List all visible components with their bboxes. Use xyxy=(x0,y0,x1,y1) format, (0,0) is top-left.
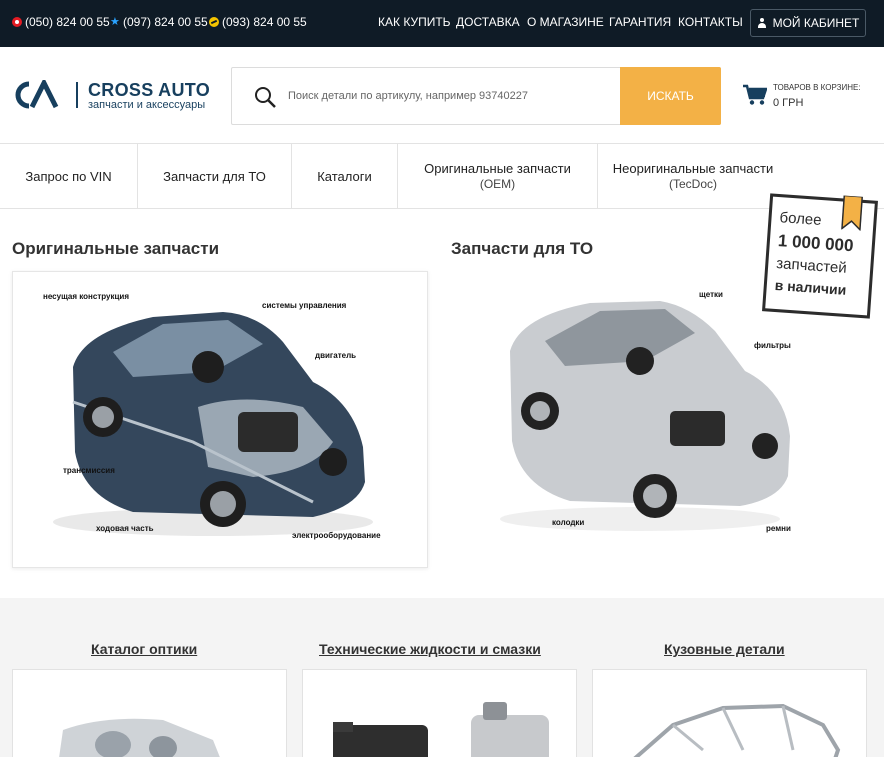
headlight-image xyxy=(59,718,220,757)
car-cutaway-dark-image xyxy=(53,312,373,536)
callout-label: ремни xyxy=(766,524,791,533)
nav-contacts[interactable]: КОНТАКТЫ xyxy=(678,15,743,29)
maintenance-parts-card[interactable]: щетки фильтры колодки ремни xyxy=(440,271,791,568)
body-parts-card[interactable] xyxy=(592,669,867,757)
cart-icon[interactable] xyxy=(743,84,767,106)
callout-label: щетки xyxy=(699,290,723,299)
section-title-maintenance[interactable]: Запчасти для ТО xyxy=(451,239,593,259)
link-optics-catalog[interactable]: Каталог оптики xyxy=(91,641,197,657)
search-button[interactable]: ИСКАТЬ xyxy=(620,67,721,125)
phone-number: (050) 824 00 55 xyxy=(25,15,110,29)
fluids-card[interactable] xyxy=(302,669,577,757)
callout-label: двигатель xyxy=(315,351,357,360)
optics-card[interactable] xyxy=(12,669,287,757)
car-cutaway-silver-image xyxy=(500,301,790,531)
vodafone-icon xyxy=(12,17,22,27)
section-title-original[interactable]: Оригинальные запчасти xyxy=(12,239,219,259)
original-parts-card[interactable]: несущая конструкция системы управления д… xyxy=(12,271,428,568)
search-icon xyxy=(255,87,276,108)
my-account-button[interactable]: МОЙ КАБИНЕТ xyxy=(750,9,866,37)
tab-label: Оригинальные запчасти xyxy=(424,161,571,176)
badge-line-2: 1 000 000 xyxy=(777,231,855,256)
tab-aftermarket-parts[interactable]: Неоригинальные запчасти (TecDoc) xyxy=(598,144,788,208)
logo-mark-icon xyxy=(15,80,59,109)
nav-delivery[interactable]: ДОСТАВКА xyxy=(456,15,520,29)
top-bar: (050) 824 00 55 ★ (097) 824 00 55 (093) … xyxy=(0,0,884,47)
lifecell-icon xyxy=(209,17,219,27)
tab-label: Неоригинальные запчасти xyxy=(612,161,774,176)
tab-catalogs[interactable]: Каталоги xyxy=(292,144,398,208)
tab-original-parts[interactable]: Оригинальные запчасти (OEM) xyxy=(398,144,598,208)
cart-label: ТОВАРОВ В КОРЗИНЕ: xyxy=(773,83,861,92)
phone-vodafone[interactable]: (050) 824 00 55 xyxy=(12,15,110,29)
logo-tagline: запчасти и аксессуары xyxy=(88,99,206,111)
nav-how-to-buy[interactable]: КАК КУПИТЬ xyxy=(378,15,451,29)
car-body-frame-image xyxy=(633,703,841,757)
logo[interactable]: CROSS AUTO запчасти и аксессуары xyxy=(13,80,210,114)
phone-number: (097) 824 00 55 xyxy=(123,15,208,29)
logo-name: CROSS AUTO xyxy=(88,80,211,100)
callout-label: фильтры xyxy=(754,341,791,350)
user-icon xyxy=(757,18,767,28)
link-body-parts[interactable]: Кузовные детали xyxy=(664,641,785,657)
cart-total: 0 ГРН xyxy=(773,97,804,109)
nav-about[interactable]: О МАГАЗИНЕ xyxy=(527,15,604,29)
callout-label: ходовая часть xyxy=(96,524,154,533)
callout-label: электрооборудование xyxy=(292,531,381,540)
tab-label: Запрос по VIN xyxy=(25,168,112,184)
callout-label: несущая конструкция xyxy=(43,292,129,301)
callout-label: трансмиссия xyxy=(63,466,115,475)
kyivstar-icon: ★ xyxy=(110,16,120,28)
link-fluids-lubricants[interactable]: Технические жидкости и смазки xyxy=(319,641,541,657)
nav-warranty[interactable]: ГАРАНТИЯ xyxy=(609,15,671,29)
my-account-label: МОЙ КАБИНЕТ xyxy=(772,16,860,30)
oil-canisters-image xyxy=(333,702,549,757)
phone-kyivstar[interactable]: ★ (097) 824 00 55 xyxy=(110,15,208,29)
badge-line-1: более xyxy=(778,209,823,229)
callout-label: системы управления xyxy=(262,301,347,310)
tab-maintenance-parts[interactable]: Запчасти для ТО xyxy=(138,144,292,208)
logo-divider xyxy=(76,82,78,108)
callout-label: колодки xyxy=(552,518,585,527)
tab-vin-request[interactable]: Запрос по VIN xyxy=(0,144,138,208)
phone-number: (093) 824 00 55 xyxy=(222,15,307,29)
tab-sublabel: (TecDoc) xyxy=(668,177,717,191)
bookmark-icon xyxy=(841,195,864,231)
tab-sublabel: (OEM) xyxy=(479,177,516,191)
phone-lifecell[interactable]: (093) 824 00 55 xyxy=(209,15,307,29)
category-nav: Запрос по VIN Запчасти для ТО Каталоги О… xyxy=(0,143,884,209)
tab-label: Запчасти для ТО xyxy=(163,168,266,184)
search-input[interactable] xyxy=(288,69,618,123)
tab-label: Каталоги xyxy=(317,168,372,184)
